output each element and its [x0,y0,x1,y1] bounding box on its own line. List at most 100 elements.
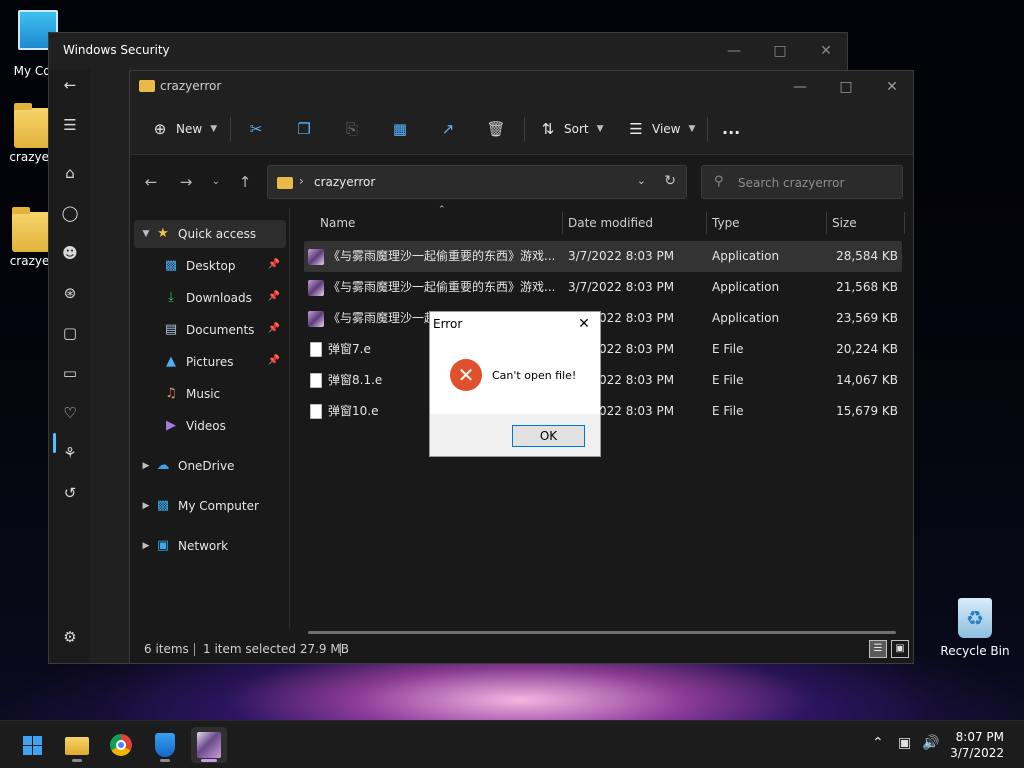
sidebar-item-downloads[interactable]: ⤓ Downloads 📌 [134,284,286,312]
sidebar-item-documents[interactable]: ▤ Documents 📌 [134,316,286,344]
up-button[interactable]: ↑ [234,172,256,192]
new-label: New [176,122,203,136]
table-row[interactable]: 弹窗8.1.e 3/7/2022 8:03 PM E File 14,067 K… [304,365,902,396]
home-icon[interactable]: ⌂ [60,163,80,183]
history-icon[interactable]: ↺ [60,483,80,503]
column-header-name[interactable]: Name [320,208,355,238]
pin-icon: 📌 [267,291,280,302]
volume-icon[interactable]: 🔊 [922,735,939,751]
hamburger-menu-icon[interactable]: ☰ [60,115,80,135]
search-input[interactable] [738,174,888,192]
shield-icon[interactable]: ◯ [60,203,80,223]
minimize-button[interactable]: — [777,73,823,101]
sort-button[interactable]: ⇅ Sort ▼ [538,117,604,141]
copy-icon: ❐ [297,120,311,138]
back-button[interactable]: ← [140,172,162,192]
table-row[interactable]: 《与雾雨魔理沙一起偷重要的东西》游戏... 3/7/2022 8:03 PM A… [304,241,902,272]
taskbar-file-explorer[interactable] [59,727,95,763]
table-row[interactable]: 弹窗7.e 3/7/2022 8:03 PM E File 20,224 KB [304,334,902,365]
paste-button[interactable]: ⎘ [342,117,362,141]
sidebar-item-label: OneDrive [178,459,235,473]
file-size: 21,568 KB [836,280,898,294]
sidebar-item-pictures[interactable]: ▲ Pictures 📌 [134,348,286,376]
delete-button[interactable]: 🗑 [486,117,506,141]
network-icon[interactable]: ▣ [898,735,911,751]
table-row[interactable]: 《与雾雨魔理沙一起 3/7/2022 8:03 PM Application 2… [304,303,902,334]
copy-button[interactable]: ❐ [294,117,314,141]
chevron-down-icon[interactable]: ▼ [138,229,154,239]
person-icon[interactable]: ☻ [60,243,80,263]
sidebar-item-network[interactable]: ▶ ▣ Network [134,532,286,560]
picture-icon: ▲ [166,354,176,369]
sidebar-item-onedrive[interactable]: ▶ ☁ OneDrive [134,452,286,480]
error-dialog: Error ✕ ✕ Can't open file! OK [429,311,601,457]
chevron-right-icon[interactable]: ▶ [138,541,154,551]
ok-button[interactable]: OK [512,425,585,447]
large-icons-view-button[interactable]: ▣ [891,640,909,658]
app-browser-icon[interactable]: ▢ [60,323,80,343]
taskbar-chrome[interactable] [103,727,139,763]
recent-dropdown-button[interactable]: ⌄ [205,172,227,192]
taskbar-windows-security[interactable] [147,727,183,763]
new-button[interactable]: ⊕ New ▼ [150,117,217,141]
breadcrumb-crazyerror[interactable]: crazyerror [314,175,375,189]
device-security-icon[interactable]: ▭ [60,363,80,383]
sidebar-item-music[interactable]: ♫ Music [134,380,286,408]
desktop-icon-recycle-bin[interactable]: ♻ Recycle Bin [940,598,1010,658]
minimize-button[interactable]: — [711,37,757,65]
close-button[interactable]: ✕ [803,37,849,65]
more-options-button[interactable]: ... [722,117,740,141]
search-box[interactable]: ⚲ [701,165,903,199]
sidebar-item-desktop[interactable]: ▩ Desktop 📌 [134,252,286,280]
rename-button[interactable]: ▦ [390,117,410,141]
forward-button[interactable]: → [175,172,197,192]
settings-gear-icon[interactable]: ⚙ [60,627,80,647]
sidebar-item-quick-access[interactable]: ▼ ★ Quick access [134,220,286,248]
horizontal-scrollbar[interactable] [308,631,896,634]
sidebar-item-videos[interactable]: ▶ Videos [134,412,286,440]
column-divider[interactable] [826,212,827,234]
sidebar-item-label: Music [186,387,221,401]
chevron-up-icon[interactable]: ⌃ [872,735,884,751]
start-button[interactable] [14,727,50,763]
table-row[interactable]: 《与雾雨魔理沙一起偷重要的东西》游戏... 3/7/2022 8:03 PM A… [304,272,902,303]
table-row[interactable]: 弹窗10.e 3/7/2022 8:03 PM E File 15,679 KB [304,396,902,427]
chevron-right-icon[interactable]: ▶ [138,461,154,471]
column-divider[interactable] [904,212,905,234]
share-button[interactable]: ↗ [438,117,458,141]
wifi-icon[interactable]: ⊛ [60,283,80,303]
maximize-button[interactable]: □ [823,73,869,101]
sort-ascending-icon: ⌃ [438,205,446,215]
column-header-size[interactable]: Size [832,208,857,238]
chevron-right-icon[interactable]: ▶ [138,501,154,511]
close-icon[interactable]: ✕ [574,314,594,334]
taskbar-error-app[interactable] [191,727,227,763]
running-indicator [72,759,82,762]
back-arrow-icon[interactable]: ← [60,75,80,95]
chevron-down-icon[interactable]: ⌄ [637,174,646,187]
close-button[interactable]: ✕ [869,73,915,101]
share-icon: ↗ [441,120,455,138]
refresh-icon[interactable]: ↻ [664,173,676,189]
file-list: ⌃ Name Date modified Type Size 《与雾雨魔理沙一起… [296,205,913,628]
column-header-date[interactable]: Date modified [568,208,653,238]
maximize-button[interactable]: □ [757,37,803,65]
view-label: View [652,122,681,136]
address-bar[interactable]: › crazyerror ⌄ ↻ [267,165,687,199]
column-divider[interactable] [706,212,707,234]
active-indicator [53,433,56,453]
navigation-pane: ▼ ★ Quick access ▩ Desktop 📌 ⤓ Downloads… [130,208,290,628]
heart-pulse-icon[interactable]: ♡ [60,403,80,423]
details-view-button[interactable]: ☰ [869,640,887,658]
view-button[interactable]: ☰ View ▼ [626,117,695,141]
cut-button[interactable]: ✂ [246,117,266,141]
dialog-body: ✕ Can't open file! [430,336,600,414]
family-icon[interactable]: ⚘ [60,443,80,463]
pin-icon: 📌 [267,259,280,270]
clock[interactable]: 8:07 PM 3/7/2022 [950,729,1004,761]
column-divider[interactable] [562,212,563,234]
command-bar: ⊕ New ▼ ✂ ❐ ⎘ ▦ ↗ 🗑 ⇅ Sort ▼ ☰ View ▼ ..… [130,103,913,155]
column-header-type[interactable]: Type [712,208,740,238]
desktop-icon: ▩ [164,258,178,273]
sidebar-item-my-computer[interactable]: ▶ ▩ My Computer [134,492,286,520]
